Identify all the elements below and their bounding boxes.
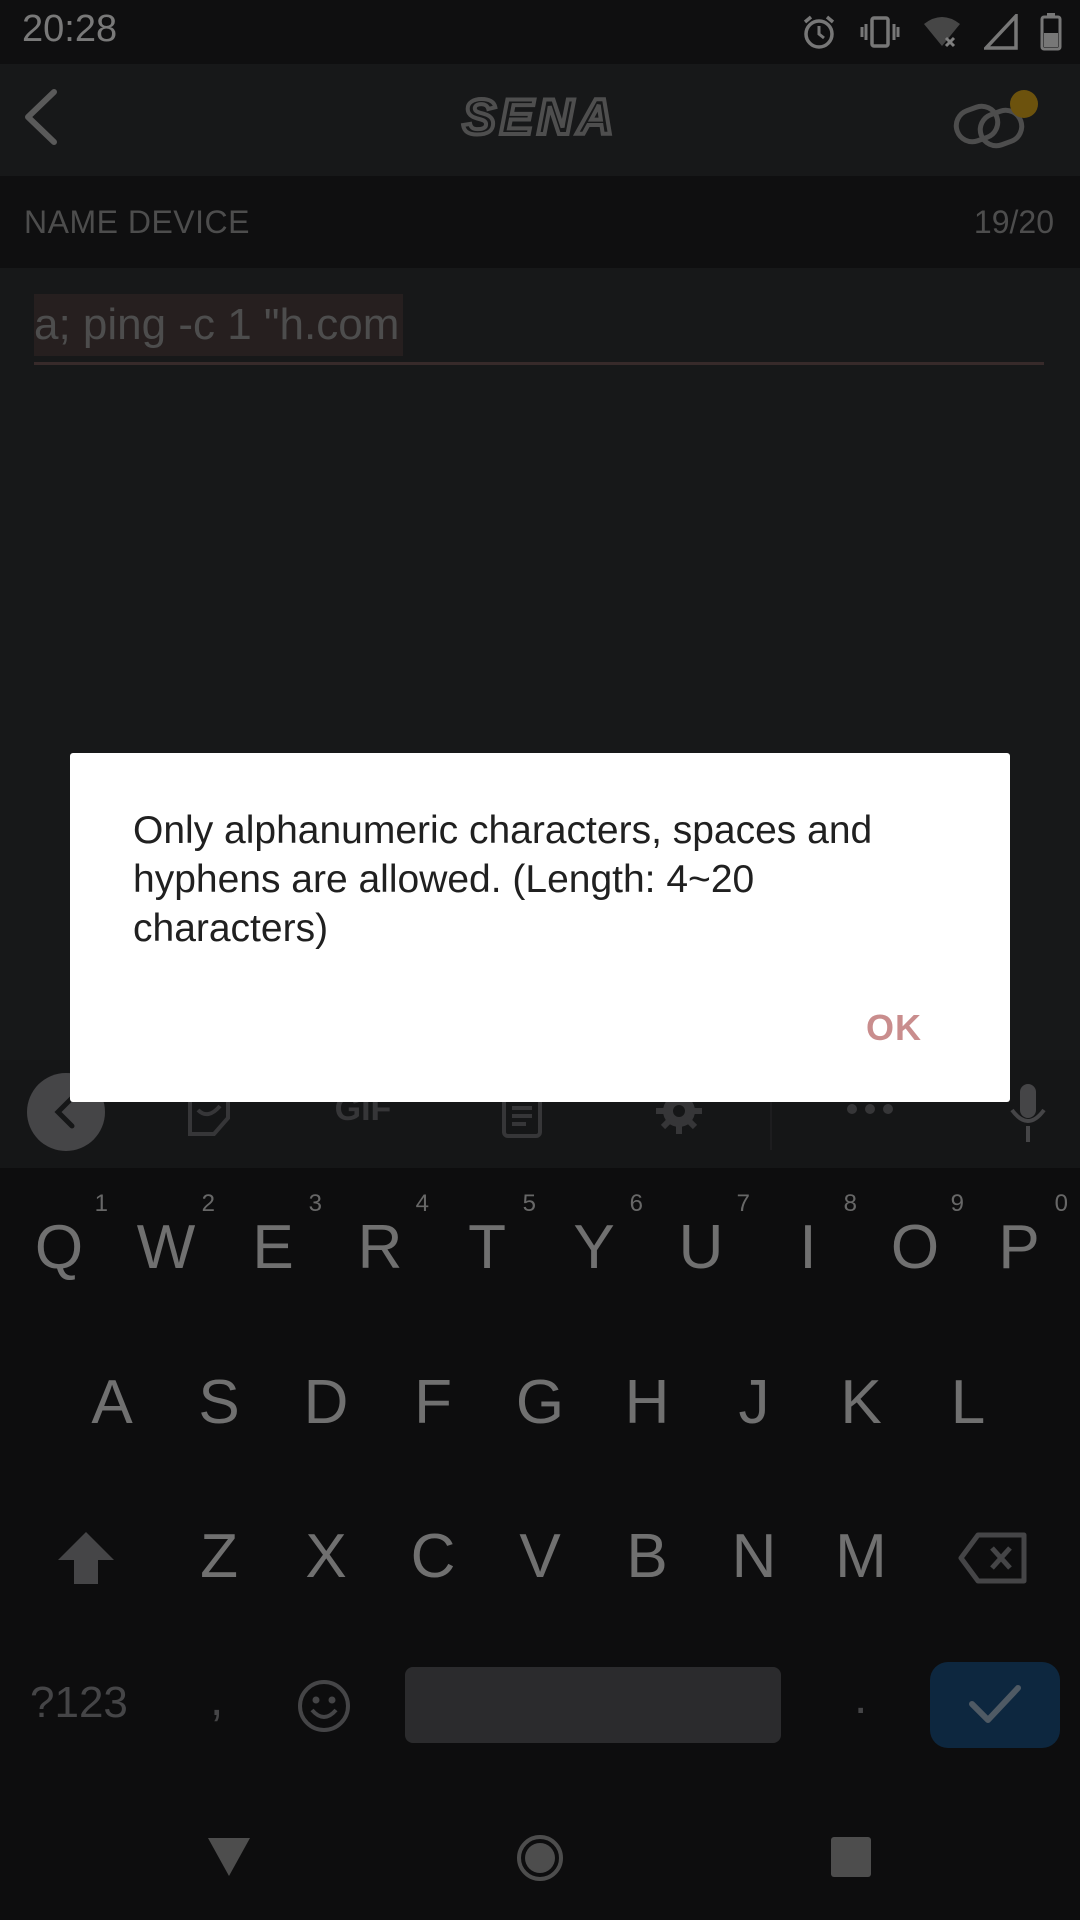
ok-button[interactable]: OK bbox=[866, 1007, 922, 1049]
dialog-message: Only alphanumeric characters, spaces and… bbox=[133, 809, 873, 950]
